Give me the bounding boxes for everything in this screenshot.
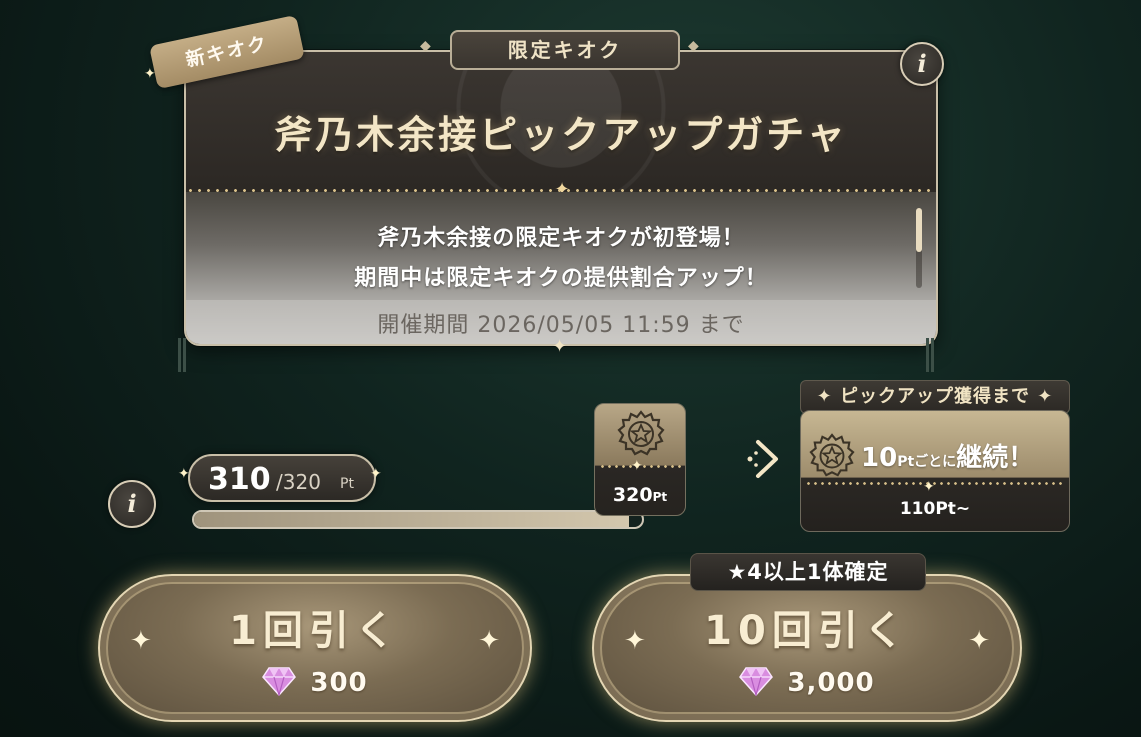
guarantee-tag: ★4以上1体確定: [690, 553, 926, 591]
points-unit: Pt: [340, 476, 354, 492]
limited-kioku-tab: 限定キオク: [450, 30, 680, 70]
pickup-reward-card[interactable]: 10Ptごとに継続！ ✦ 110Pt~: [800, 410, 1070, 532]
star-badge-icon: [809, 433, 855, 477]
pull-once-label: 1回引く: [229, 608, 401, 654]
sparkle-icon: ✦: [631, 458, 643, 474]
sparkle-icon: ✦: [478, 626, 500, 656]
sparkle-icon: ✦: [370, 466, 382, 482]
diamond-ornament-icon: ◆: [688, 38, 699, 54]
pull-ten-button[interactable]: ✦ 10回引く 3,000 ✦: [592, 574, 1022, 722]
diamond-ornament-icon: ◆: [420, 38, 431, 54]
points-counter: 310 /320 Pt: [188, 454, 376, 502]
gacha-banner: 斧乃木余接ピックアップガチャ ✦ 斧乃木余接の限定キオクが初登場！ 期間中は限定…: [184, 50, 938, 346]
event-period-text: 開催期間 2026/05/05 11:59 まで: [377, 313, 745, 338]
points-total: /320: [276, 470, 321, 494]
decorative-bracket: [178, 338, 186, 372]
points-progress-bar: [192, 510, 644, 529]
milestone-points: 320Pt: [612, 484, 668, 506]
scrollbar-thumb[interactable]: [916, 208, 922, 252]
sparkle-icon: ✦: [552, 336, 568, 357]
pull-ten-label: 10回引く: [704, 608, 910, 654]
sparkle-icon: ✦: [144, 66, 156, 82]
star-badge-icon: [617, 410, 665, 456]
chevron-arrow-icon: [747, 440, 778, 478]
banner-description[interactable]: 斧乃木余接の限定キオクが初登場！ 期間中は限定キオクの提供割合アップ！ 開催期間…: [186, 192, 936, 344]
decorative-bracket: [926, 338, 934, 372]
points-current: 310: [208, 462, 271, 497]
pickup-threshold: 110Pt~: [899, 499, 971, 519]
pull-once-button[interactable]: ✦ 1回引く 300 ✦: [98, 574, 532, 722]
banner-title: 斧乃木余接ピックアップガチャ: [274, 113, 848, 157]
banner-header: 斧乃木余接ピックアップガチャ: [186, 52, 936, 190]
description-scrollbar[interactable]: [916, 208, 922, 288]
pickup-rule-text: 10Ptごとに継続！: [861, 443, 1035, 473]
sparkle-icon: ✦: [178, 466, 190, 482]
sparkle-icon: ✦: [923, 479, 935, 495]
pull-once-cost: 300: [100, 666, 530, 698]
description-line: 期間中は限定キオクの提供割合アップ！: [354, 266, 768, 291]
pull-ten-cost: 3,000: [594, 666, 1020, 698]
pickup-divider: [805, 482, 1065, 485]
pickup-header: ✦ ピックアップ獲得まで ✦: [800, 380, 1070, 414]
description-line: 斧乃木余接の限定キオクが初登場！: [377, 226, 745, 251]
gem-icon: [739, 667, 774, 696]
banner-info-button[interactable]: i: [900, 42, 944, 86]
progress-fill: [194, 512, 629, 527]
sparkle-icon: ✦: [968, 626, 990, 656]
milestone-reward[interactable]: ✦ 320Pt: [594, 403, 686, 516]
points-info-button[interactable]: i: [108, 480, 156, 528]
gem-icon: [262, 667, 297, 696]
